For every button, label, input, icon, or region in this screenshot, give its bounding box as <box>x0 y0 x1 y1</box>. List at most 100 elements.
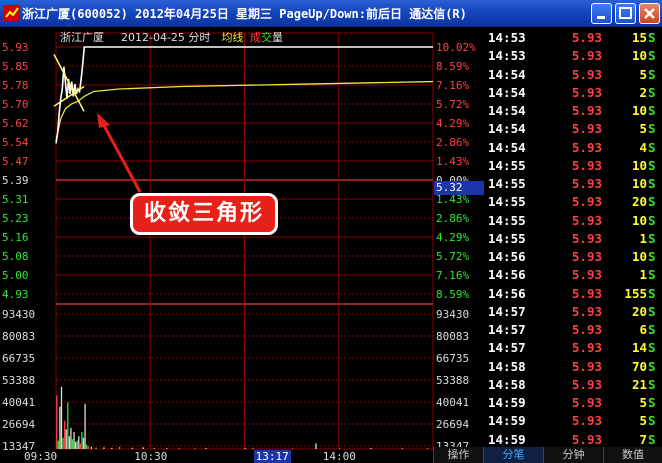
close-button[interactable] <box>639 3 660 24</box>
tick-row[interactable]: 14:56 5.93 10 S <box>484 249 662 267</box>
volume-tick-label: 80083 <box>2 330 36 343</box>
tick-volume: 20 <box>631 194 647 210</box>
tick-row[interactable]: 14:59 5.93 5 S <box>484 395 662 413</box>
tick-row[interactable]: 14:54 5.93 2 S <box>484 85 662 103</box>
tick-time: 14:55 <box>488 230 526 246</box>
volume-tick-label: 93430 <box>436 308 470 321</box>
tick-price: 5.93 <box>571 212 602 228</box>
tick-time: 14:54 <box>488 84 526 100</box>
tick-time: 14:59 <box>488 395 526 410</box>
app-icon <box>4 5 20 21</box>
tick-row[interactable]: 14:59 5.93 5 S <box>484 413 662 431</box>
volume-tick-label: 80083 <box>436 330 470 343</box>
tick-time: 14:57 <box>488 322 526 337</box>
tick-price: 5.93 <box>571 103 602 118</box>
tick-row[interactable]: 14:53 5.93 10 S <box>484 48 662 66</box>
tick-volume: 1 <box>639 267 647 283</box>
tick-price: 5.93 <box>571 30 602 45</box>
tick-side: S <box>648 194 656 210</box>
tick-time: 14:54 <box>488 66 526 82</box>
tick-time: 14:55 <box>488 176 526 191</box>
tick-side: S <box>648 157 656 173</box>
maximize-icon <box>619 7 632 19</box>
tick-row[interactable]: 14:56 5.93 1 S <box>484 267 662 285</box>
tick-time: 14:55 <box>488 194 526 210</box>
minimize-icon <box>597 16 605 19</box>
price-tick-label: 5.08 <box>2 250 29 263</box>
tick-time: 14:59 <box>488 431 526 447</box>
tab-operation[interactable]: 操作 <box>433 447 483 463</box>
price-tick-label: 5.31 <box>2 193 29 206</box>
tick-side: S <box>648 30 656 45</box>
tick-time: 14:55 <box>488 157 526 173</box>
price-tick-label: 4.93 <box>2 288 29 301</box>
tick-time: 14:54 <box>488 121 526 137</box>
tab-values[interactable]: 数值 <box>603 447 662 463</box>
maximize-button[interactable] <box>615 3 636 24</box>
tick-price: 5.93 <box>571 376 602 392</box>
price-tick-label: 5.93 <box>2 41 29 54</box>
tick-row[interactable]: 14:54 5.93 4 S <box>484 140 662 158</box>
tick-row[interactable]: 14:57 5.93 20 S <box>484 304 662 322</box>
tab-minutes[interactable]: 分钟 <box>543 447 603 463</box>
time-tick-label: 10:30 <box>134 450 168 463</box>
tick-side: S <box>648 267 656 283</box>
tick-row[interactable]: 14:55 5.93 1 S <box>484 231 662 249</box>
tick-row[interactable]: 14:54 5.93 5 S <box>484 67 662 85</box>
tick-row[interactable]: 14:54 5.93 10 S <box>484 103 662 121</box>
price-tick-label: 5.78 <box>2 79 29 92</box>
tick-time: 14:53 <box>488 30 526 45</box>
tick-row[interactable]: 14:58 5.93 70 S <box>484 359 662 377</box>
tick-side: S <box>648 358 656 374</box>
tick-row[interactable]: 14:53 5.93 15 S <box>484 30 662 48</box>
tick-time: 14:54 <box>488 103 526 118</box>
close-icon <box>644 8 655 19</box>
tick-row[interactable]: 14:57 5.93 6 S <box>484 322 662 340</box>
percent-tick-label: 4.29% <box>436 231 470 244</box>
title-bar: 浙江广厦(600052) 2012年04月25日 星期三 PageUp/Down… <box>0 0 662 27</box>
tick-time: 14:57 <box>488 303 526 319</box>
price-tick-label: 5.23 <box>2 212 29 225</box>
tick-row[interactable]: 14:57 5.93 14 S <box>484 340 662 358</box>
tick-row[interactable]: 14:55 5.93 10 S <box>484 213 662 231</box>
tick-volume: 4 <box>639 139 647 155</box>
tick-volume: 10 <box>631 212 647 228</box>
tick-row[interactable]: 14:58 5.93 21 S <box>484 377 662 395</box>
tick-row[interactable]: 14:54 5.93 5 S <box>484 121 662 139</box>
percent-tick-label: 7.16% <box>436 269 470 282</box>
tick-price: 5.93 <box>571 267 602 283</box>
tick-volume: 5 <box>639 66 647 82</box>
volume-tick-label: 53388 <box>2 374 36 387</box>
price-tick-label: 5.00 <box>2 269 29 282</box>
tick-price: 5.93 <box>571 48 602 64</box>
tick-time: 14:57 <box>488 340 526 356</box>
tick-price: 5.93 <box>571 157 602 173</box>
tick-side: S <box>648 285 656 301</box>
tick-volume: 10 <box>631 176 647 191</box>
tick-side: S <box>648 431 656 447</box>
tick-row[interactable]: 14:56 5.93 155 S <box>484 286 662 304</box>
tick-price: 5.93 <box>571 395 602 410</box>
price-tick-label: 5.70 <box>2 98 29 111</box>
tick-side: S <box>648 212 656 228</box>
tick-side: S <box>648 322 656 337</box>
tick-volume: 10 <box>631 157 647 173</box>
tick-time: 14:59 <box>488 413 526 429</box>
tick-price: 5.93 <box>571 84 602 100</box>
annotation-callout: 收敛三角形 <box>130 193 278 235</box>
tick-price: 5.93 <box>571 249 602 264</box>
percent-tick-label: 2.86% <box>436 212 470 225</box>
tab-ticks[interactable]: 分笔 <box>483 447 543 463</box>
volume-tick-label: 66735 <box>436 352 470 365</box>
tick-side: S <box>648 48 656 64</box>
tick-row[interactable]: 14:55 5.93 10 S <box>484 176 662 194</box>
tick-volume: 6 <box>639 322 647 337</box>
tick-price: 5.93 <box>571 194 602 210</box>
tick-row[interactable]: 14:55 5.93 20 S <box>484 194 662 212</box>
tick-price: 5.93 <box>571 340 602 356</box>
percent-tick-label: 1.43% <box>436 155 470 168</box>
tick-list[interactable]: 14:53 5.93 15 S 14:53 5.93 10 S 14:54 5.93 5 S 14:54… <box>484 27 662 449</box>
tick-row[interactable]: 14:55 5.93 10 S <box>484 158 662 176</box>
minimize-button[interactable] <box>591 3 612 24</box>
tick-side: S <box>648 249 656 264</box>
